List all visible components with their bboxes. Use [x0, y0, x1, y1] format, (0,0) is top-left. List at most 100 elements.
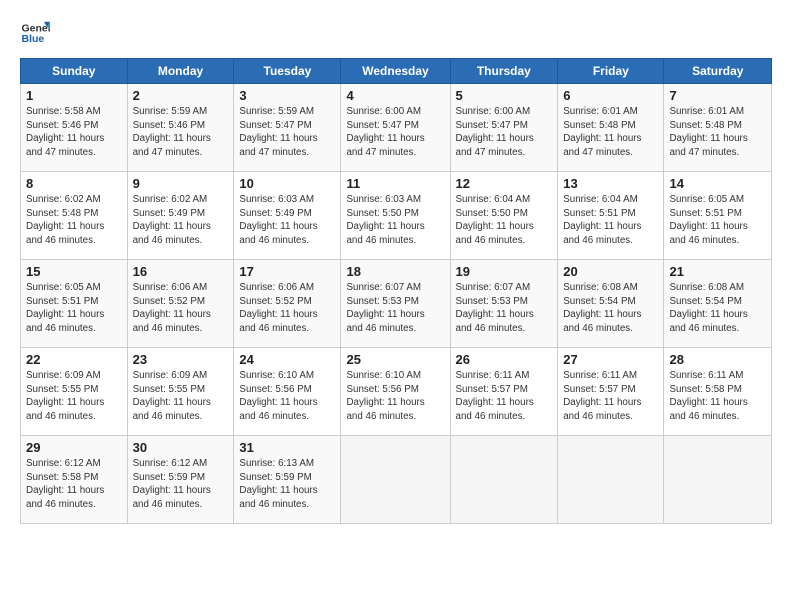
- calendar-cell: 24 Sunrise: 6:10 AMSunset: 5:56 PMDayligh…: [234, 348, 341, 436]
- day-number: 12: [456, 176, 553, 191]
- day-number: 25: [346, 352, 444, 367]
- day-number: 30: [133, 440, 229, 455]
- day-number: 4: [346, 88, 444, 103]
- calendar-cell: 9 Sunrise: 6:02 AMSunset: 5:49 PMDaylight…: [127, 172, 234, 260]
- day-info: Sunrise: 6:00 AMSunset: 5:47 PMDaylight:…: [346, 105, 444, 160]
- day-info: Sunrise: 6:11 AMSunset: 5:57 PMDaylight:…: [456, 369, 553, 424]
- day-info: Sunrise: 6:03 AMSunset: 5:50 PMDaylight:…: [346, 193, 444, 248]
- calendar-cell: 1 Sunrise: 5:58 AMSunset: 5:46 PMDaylight…: [21, 84, 128, 172]
- calendar-cell: 3 Sunrise: 5:59 AMSunset: 5:47 PMDaylight…: [234, 84, 341, 172]
- calendar-cell: 26Sunrise: 6:11 AMSunset: 5:57 PMDayligh…: [450, 348, 558, 436]
- calendar-header-monday: Monday: [127, 59, 234, 84]
- calendar-cell: 18 Sunrise: 6:07 AMSunset: 5:53 PMDayligh…: [341, 260, 450, 348]
- day-number: 9: [133, 176, 229, 191]
- day-info: Sunrise: 6:00 AMSunset: 5:47 PMDaylight:…: [456, 105, 553, 160]
- calendar-cell: 14Sunrise: 6:05 AMSunset: 5:51 PMDayligh…: [664, 172, 772, 260]
- day-info: Sunrise: 6:11 AMSunset: 5:57 PMDaylight:…: [563, 369, 658, 424]
- calendar-cell: 22Sunrise: 6:09 AMSunset: 5:55 PMDayligh…: [21, 348, 128, 436]
- calendar-cell: 16Sunrise: 6:06 AMSunset: 5:52 PMDayligh…: [127, 260, 234, 348]
- day-info: Sunrise: 6:12 AMSunset: 5:58 PMDaylight:…: [26, 457, 122, 512]
- calendar-cell: 15Sunrise: 6:05 AMSunset: 5:51 PMDayligh…: [21, 260, 128, 348]
- day-info: Sunrise: 6:06 AMSunset: 5:52 PMDaylight:…: [239, 281, 335, 336]
- day-number: 2: [133, 88, 229, 103]
- day-number: 23: [133, 352, 229, 367]
- day-info: Sunrise: 6:01 AMSunset: 5:48 PMDaylight:…: [563, 105, 658, 160]
- day-number: 21: [669, 264, 766, 279]
- calendar-cell: 27 Sunrise: 6:11 AMSunset: 5:57 PMDayligh…: [558, 348, 664, 436]
- calendar-cell: 17 Sunrise: 6:06 AMSunset: 5:52 PMDayligh…: [234, 260, 341, 348]
- day-number: 1: [26, 88, 122, 103]
- calendar-cell: 8 Sunrise: 6:02 AMSunset: 5:48 PMDaylight…: [21, 172, 128, 260]
- calendar-week-1: 1 Sunrise: 5:58 AMSunset: 5:46 PMDaylight…: [21, 84, 772, 172]
- day-info: Sunrise: 6:05 AMSunset: 5:51 PMDaylight:…: [26, 281, 122, 336]
- day-info: Sunrise: 6:08 AMSunset: 5:54 PMDaylight:…: [669, 281, 766, 336]
- day-number: 8: [26, 176, 122, 191]
- calendar-cell: 25 Sunrise: 6:10 AMSunset: 5:56 PMDayligh…: [341, 348, 450, 436]
- day-info: Sunrise: 6:08 AMSunset: 5:54 PMDaylight:…: [563, 281, 658, 336]
- calendar-week-3: 15Sunrise: 6:05 AMSunset: 5:51 PMDayligh…: [21, 260, 772, 348]
- calendar-cell: 19 Sunrise: 6:07 AMSunset: 5:53 PMDayligh…: [450, 260, 558, 348]
- day-info: Sunrise: 6:05 AMSunset: 5:51 PMDaylight:…: [669, 193, 766, 248]
- day-info: Sunrise: 6:13 AMSunset: 5:59 PMDaylight:…: [239, 457, 335, 512]
- calendar-header-thursday: Thursday: [450, 59, 558, 84]
- calendar-header-friday: Friday: [558, 59, 664, 84]
- page: General Blue SundayMondayTuesdayWednesda…: [0, 0, 792, 612]
- day-info: Sunrise: 5:59 AMSunset: 5:46 PMDaylight:…: [133, 105, 229, 160]
- calendar-cell: 12Sunrise: 6:04 AMSunset: 5:50 PMDayligh…: [450, 172, 558, 260]
- calendar-cell: [664, 436, 772, 524]
- calendar-week-5: 29 Sunrise: 6:12 AMSunset: 5:58 PMDayligh…: [21, 436, 772, 524]
- day-number: 10: [239, 176, 335, 191]
- calendar-cell: 4 Sunrise: 6:00 AMSunset: 5:47 PMDaylight…: [341, 84, 450, 172]
- day-number: 13: [563, 176, 658, 191]
- day-number: 27: [563, 352, 658, 367]
- day-number: 5: [456, 88, 553, 103]
- calendar-cell: 20 Sunrise: 6:08 AMSunset: 5:54 PMDayligh…: [558, 260, 664, 348]
- calendar-week-4: 22 Sunrise: 6:09 AMSunset: 5:55 PMDayligh…: [21, 348, 772, 436]
- day-number: 7: [669, 88, 766, 103]
- day-number: 17: [239, 264, 335, 279]
- day-info: Sunrise: 6:07 AMSunset: 5:53 PMDaylight:…: [346, 281, 444, 336]
- calendar-header-row: SundayMondayTuesdayWednesdayThursdayFrid…: [21, 59, 772, 84]
- svg-text:Blue: Blue: [22, 33, 45, 45]
- day-info: Sunrise: 6:09 AMSunset: 5:55 PMDaylight:…: [133, 369, 229, 424]
- day-info: Sunrise: 6:11 AMSunset: 5:58 PMDaylight:…: [669, 369, 766, 424]
- calendar-cell: 5 Sunrise: 6:00 AMSunset: 5:47 PMDaylight…: [450, 84, 558, 172]
- day-number: 22: [26, 352, 122, 367]
- calendar-cell: 10 Sunrise: 6:03 AMSunset: 5:49 PMDayligh…: [234, 172, 341, 260]
- day-info: Sunrise: 6:01 AMSunset: 5:48 PMDaylight:…: [669, 105, 766, 160]
- header: General Blue: [20, 18, 772, 48]
- calendar-cell: [558, 436, 664, 524]
- day-info: Sunrise: 6:10 AMSunset: 5:56 PMDaylight:…: [346, 369, 444, 424]
- calendar-header-saturday: Saturday: [664, 59, 772, 84]
- calendar-cell: 2 Sunrise: 5:59 AMSunset: 5:46 PMDaylight…: [127, 84, 234, 172]
- calendar-cell: 30 Sunrise: 6:12 AMSunset: 5:59 PMDayligh…: [127, 436, 234, 524]
- calendar-header-sunday: Sunday: [21, 59, 128, 84]
- calendar-header-wednesday: Wednesday: [341, 59, 450, 84]
- day-number: 31: [239, 440, 335, 455]
- calendar-cell: 13 Sunrise: 6:04 AMSunset: 5:51 PMDayligh…: [558, 172, 664, 260]
- calendar-cell: 29 Sunrise: 6:12 AMSunset: 5:58 PMDayligh…: [21, 436, 128, 524]
- day-info: Sunrise: 6:07 AMSunset: 5:53 PMDaylight:…: [456, 281, 553, 336]
- day-number: 20: [563, 264, 658, 279]
- day-info: Sunrise: 5:59 AMSunset: 5:47 PMDaylight:…: [239, 105, 335, 160]
- calendar-cell: 6Sunrise: 6:01 AMSunset: 5:48 PMDaylight…: [558, 84, 664, 172]
- calendar-cell: [341, 436, 450, 524]
- day-info: Sunrise: 6:03 AMSunset: 5:49 PMDaylight:…: [239, 193, 335, 248]
- day-info: Sunrise: 6:10 AMSunset: 5:56 PMDaylight:…: [239, 369, 335, 424]
- calendar-cell: 31 Sunrise: 6:13 AMSunset: 5:59 PMDayligh…: [234, 436, 341, 524]
- calendar-cell: 11Sunrise: 6:03 AMSunset: 5:50 PMDayligh…: [341, 172, 450, 260]
- day-info: Sunrise: 6:02 AMSunset: 5:48 PMDaylight:…: [26, 193, 122, 248]
- calendar-cell: 23 Sunrise: 6:09 AMSunset: 5:55 PMDayligh…: [127, 348, 234, 436]
- day-info: Sunrise: 5:58 AMSunset: 5:46 PMDaylight:…: [26, 105, 122, 160]
- day-number: 29: [26, 440, 122, 455]
- day-number: 18: [346, 264, 444, 279]
- day-info: Sunrise: 6:12 AMSunset: 5:59 PMDaylight:…: [133, 457, 229, 512]
- day-number: 24: [239, 352, 335, 367]
- day-info: Sunrise: 6:02 AMSunset: 5:49 PMDaylight:…: [133, 193, 229, 248]
- day-info: Sunrise: 6:04 AMSunset: 5:51 PMDaylight:…: [563, 193, 658, 248]
- day-number: 3: [239, 88, 335, 103]
- logo: General Blue: [20, 18, 54, 48]
- calendar-cell: [450, 436, 558, 524]
- day-number: 19: [456, 264, 553, 279]
- day-number: 28: [669, 352, 766, 367]
